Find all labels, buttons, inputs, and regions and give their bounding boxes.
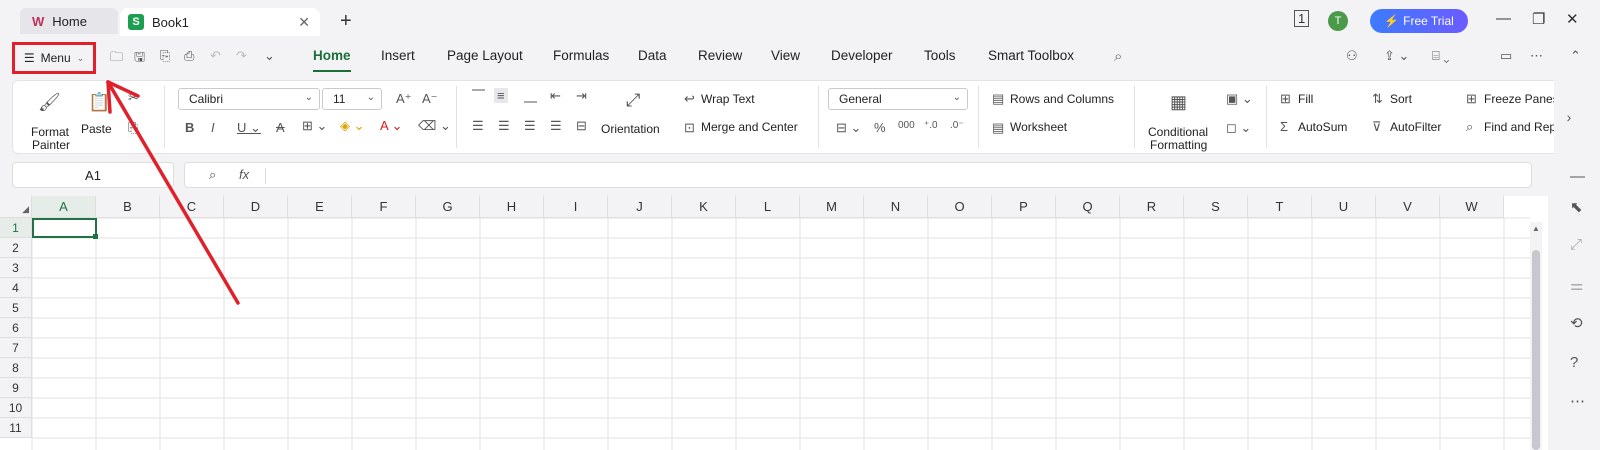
spreadsheet-app: W Home S Book1 ✕ + 1 T ⚡ Free Trial — ❐ … (0, 0, 1600, 450)
annotation-arrow (106, 80, 240, 305)
